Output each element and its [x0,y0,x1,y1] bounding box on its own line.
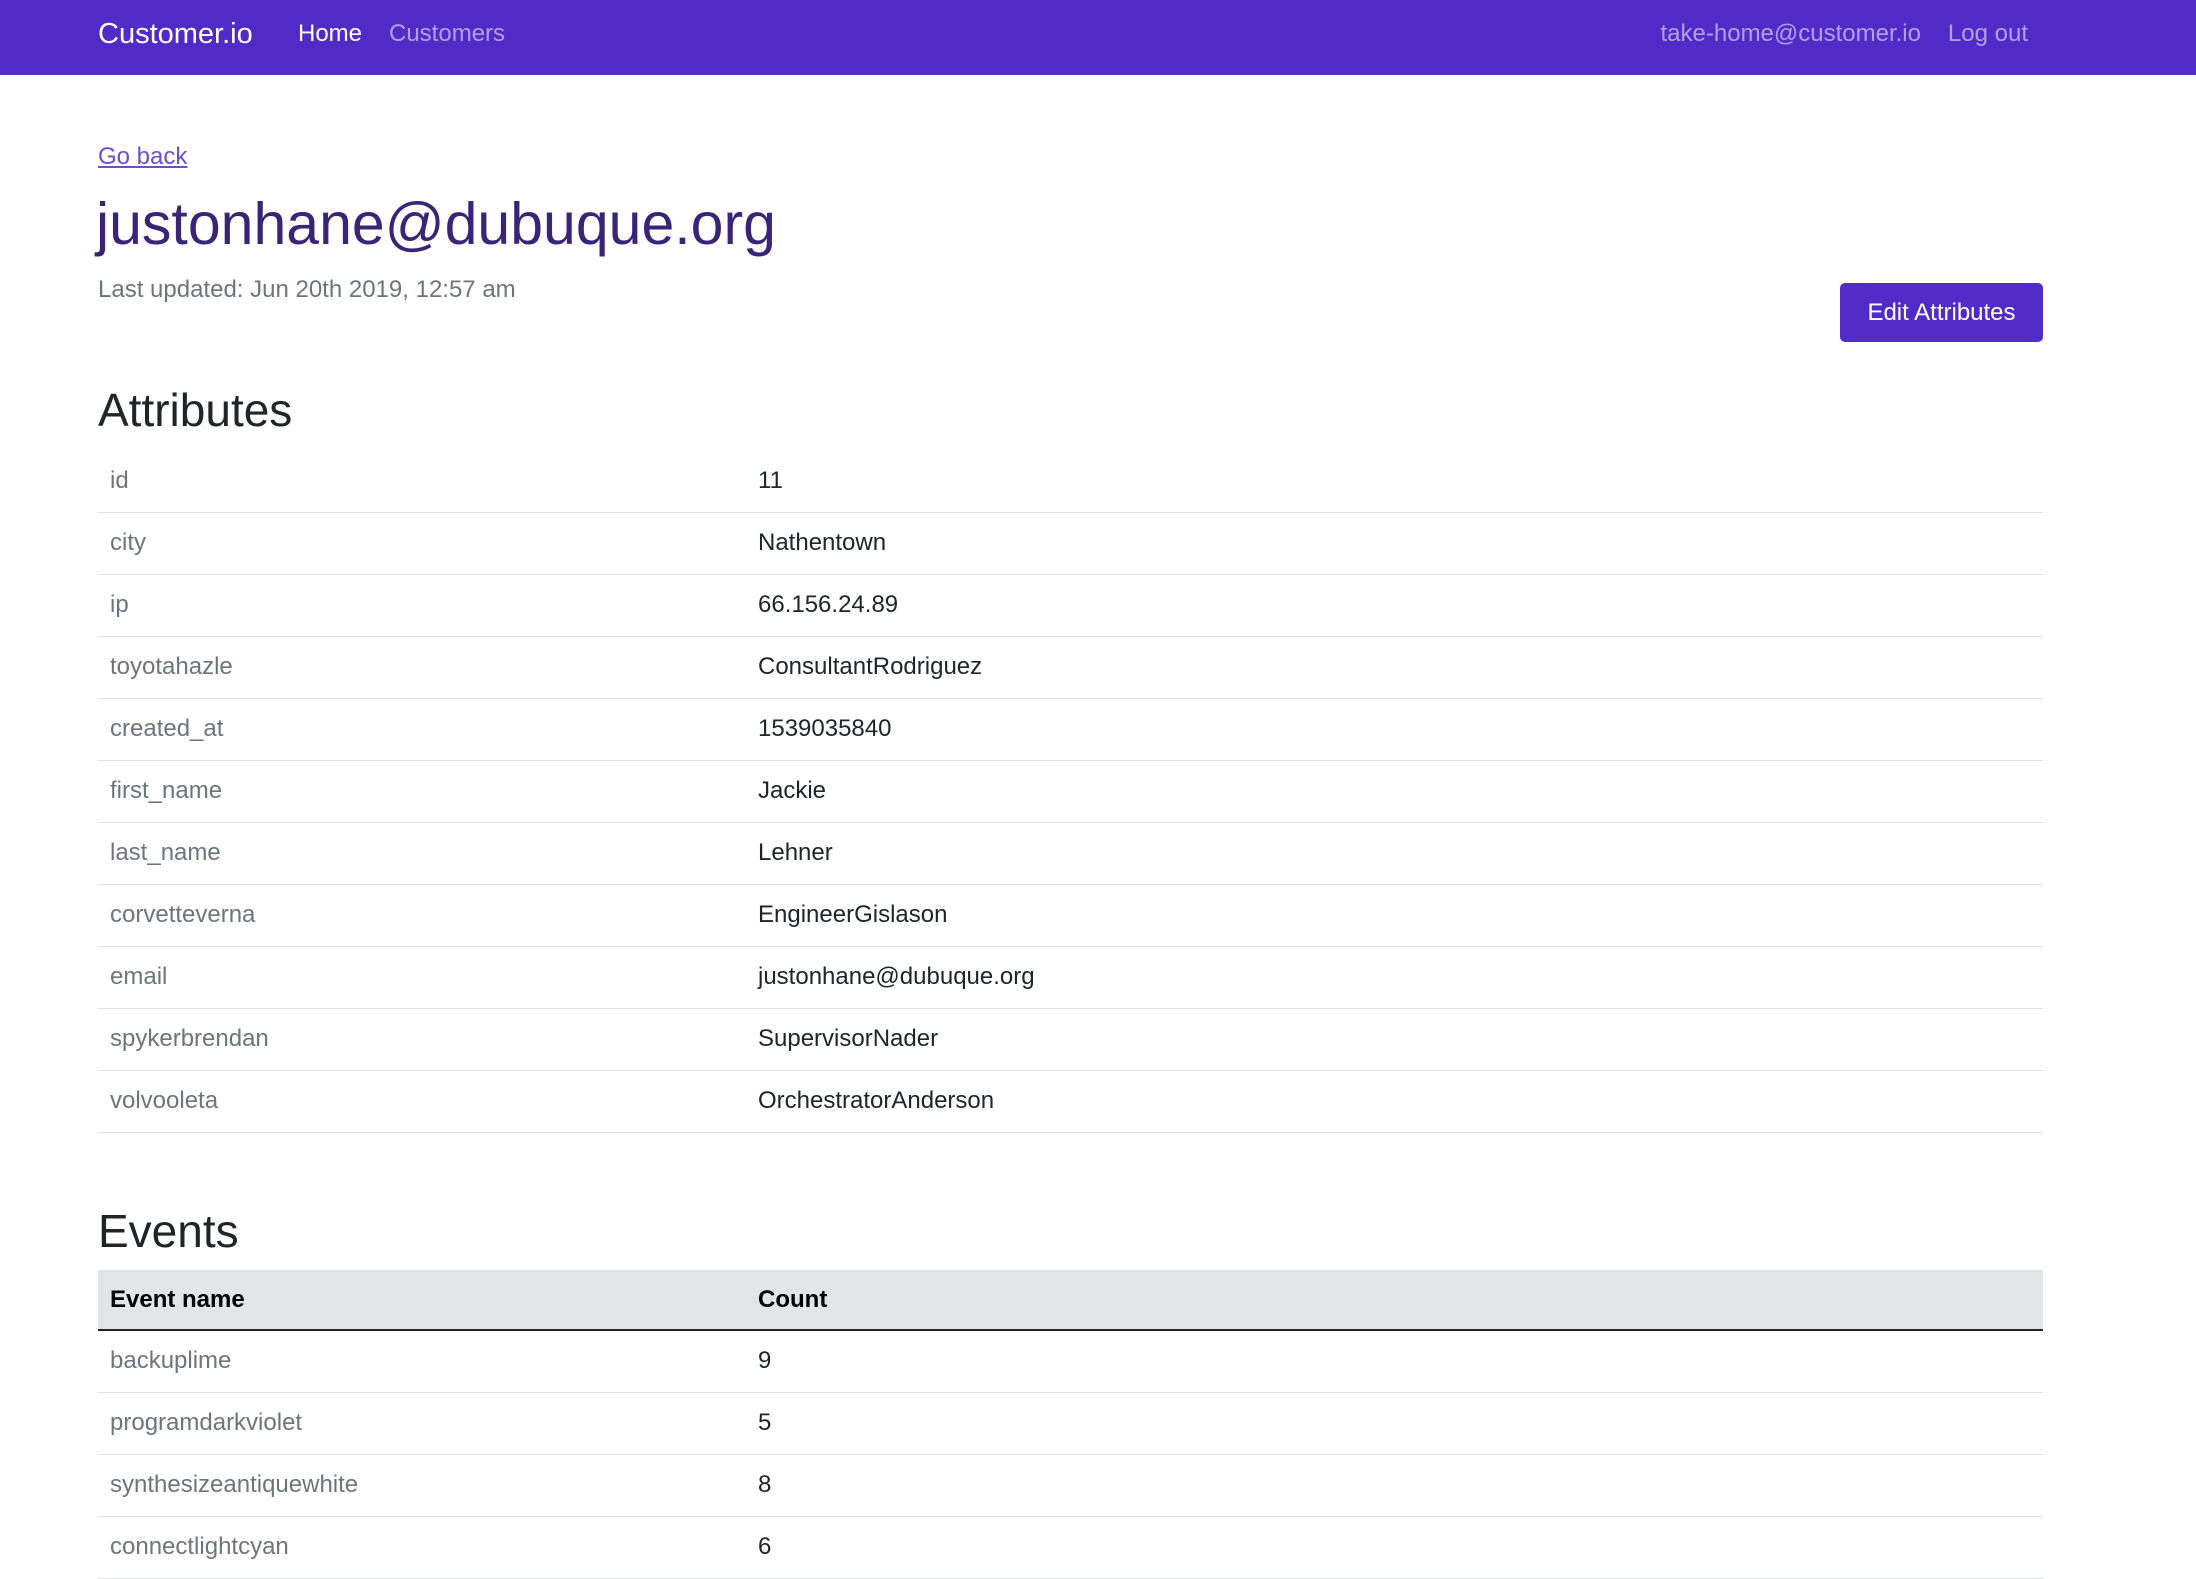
event-name: connectlightcyan [98,1516,746,1579]
attribute-key: id [98,450,746,513]
events-header-row: Event name Count [98,1270,2043,1331]
attribute-row: last_name Lehner [98,822,2043,885]
attribute-value: Nathentown [746,512,2043,575]
attribute-key: email [98,946,746,1009]
event-row: connectlightcyan 6 [98,1516,2043,1579]
edit-attributes-button[interactable]: Edit Attributes [1840,283,2043,342]
nav-user-email-link[interactable]: take-home@customer.io [1661,20,1921,48]
event-row: synthesizeantiquewhite 8 [98,1454,2043,1517]
attribute-row: created_at 1539035840 [98,698,2043,761]
events-table: Event name Count backuplime 9 programdar… [98,1270,2043,1579]
brand-logo-link[interactable]: Customer.io [98,18,253,51]
event-count: 9 [746,1330,2043,1393]
attribute-value: 11 [746,450,2043,513]
attribute-key: city [98,512,746,575]
attribute-key: spykerbrendan [98,1008,746,1071]
event-count: 6 [746,1516,2043,1579]
column-header-event-name: Event name [98,1270,746,1331]
attribute-key: ip [98,574,746,637]
column-header-count: Count [746,1270,2043,1331]
attributes-table: id 11 city Nathentown ip 66.156.24.89 to… [98,450,2043,1133]
attribute-value: Lehner [746,822,2043,885]
nav-customers-link[interactable]: Customers [389,20,505,48]
attribute-row: volvooleta OrchestratorAnderson [98,1070,2043,1133]
event-name: synthesizeantiquewhite [98,1454,746,1517]
attribute-value: 66.156.24.89 [746,574,2043,637]
attribute-key: volvooleta [98,1070,746,1133]
attribute-row: ip 66.156.24.89 [98,574,2043,637]
attribute-value: justonhane@dubuque.org [746,946,2043,1009]
attribute-value: SupervisorNader [746,1008,2043,1071]
nav-home-link[interactable]: Home [298,20,362,48]
page-title: justonhane@dubuque.org [96,191,776,257]
attribute-row: first_name Jackie [98,760,2043,823]
attribute-key: corvetteverna [98,884,746,947]
attribute-row: toyotahazle ConsultantRodriguez [98,636,2043,699]
attribute-value: 1539035840 [746,698,2043,761]
event-count: 8 [746,1454,2043,1517]
attribute-key: first_name [98,760,746,823]
event-row: programdarkviolet 5 [98,1392,2043,1455]
events-heading: Events [98,1205,239,1257]
go-back-link[interactable]: Go back [98,143,187,171]
attribute-value: ConsultantRodriguez [746,636,2043,699]
attribute-row: id 11 [98,450,2043,513]
event-count: 5 [746,1392,2043,1455]
attribute-value: EngineerGislason [746,884,2043,947]
attribute-row: corvetteverna EngineerGislason [98,884,2043,947]
logout-link[interactable]: Log out [1948,20,2028,48]
attribute-row: email justonhane@dubuque.org [98,946,2043,1009]
attributes-heading: Attributes [98,384,293,436]
top-navbar: Customer.io Home Customers take-home@cus… [0,0,2196,75]
event-row: backuplime 9 [98,1330,2043,1393]
attribute-value: Jackie [746,760,2043,823]
attribute-row: spykerbrendan SupervisorNader [98,1008,2043,1071]
attribute-row: city Nathentown [98,512,2043,575]
last-updated-text: Last updated: Jun 20th 2019, 12:57 am [98,276,516,303]
attribute-key: last_name [98,822,746,885]
event-name: backuplime [98,1330,746,1393]
event-name: programdarkviolet [98,1392,746,1455]
attribute-value: OrchestratorAnderson [746,1070,2043,1133]
attribute-key: toyotahazle [98,636,746,699]
attribute-key: created_at [98,698,746,761]
